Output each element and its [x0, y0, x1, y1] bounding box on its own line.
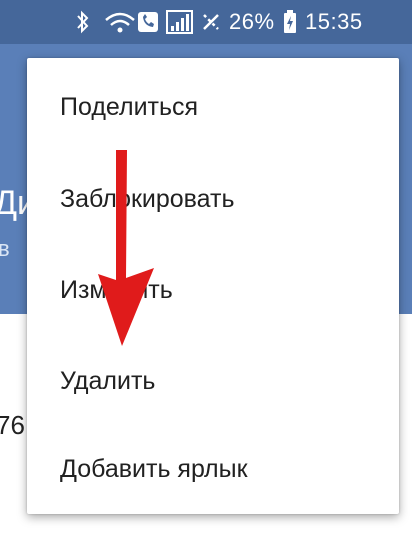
content-number: 76: [0, 410, 25, 440]
bluetooth-icon: [75, 0, 91, 44]
header-subtitle: в: [0, 236, 10, 261]
menu-item-share[interactable]: Поделиться: [27, 62, 399, 152]
alarm-icon: [200, 0, 222, 44]
status-bar: 26% 15:35: [0, 0, 412, 44]
menu-item-edit[interactable]: Изменить: [27, 245, 399, 335]
wifi-call-icon: [104, 0, 162, 44]
menu-item-delete[interactable]: Удалить: [27, 336, 399, 426]
menu-item-add-shortcut[interactable]: Добавить ярлык: [27, 424, 399, 514]
menu-item-block[interactable]: Заблокировать: [27, 154, 399, 244]
status-time: 15:35: [305, 9, 363, 34]
battery-percent: 26%: [229, 9, 275, 34]
signal-icon: [166, 0, 194, 44]
context-menu: Поделиться Заблокировать Изменить Удалит…: [27, 58, 399, 514]
battery-charging-icon: [283, 0, 297, 44]
